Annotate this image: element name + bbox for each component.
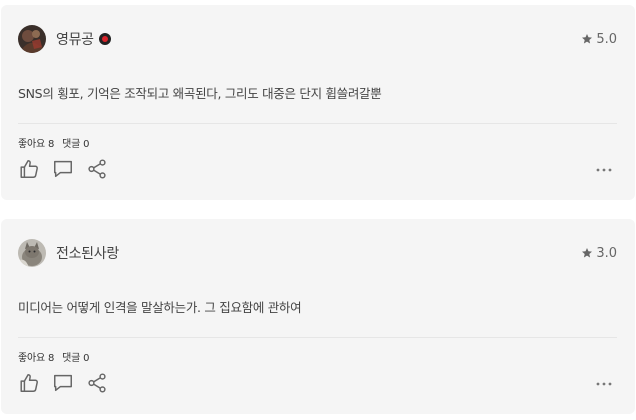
likes-count: 8 (47, 139, 55, 150)
comments-count: 0 (83, 353, 90, 364)
review-actions (18, 158, 108, 180)
share-icon (88, 373, 106, 393)
likes-count: 8 (47, 353, 55, 364)
review-header: 영뮤공 5.0 (18, 24, 617, 54)
share-icon (88, 159, 106, 179)
avatar-cat-photo-icon (18, 239, 46, 267)
review-author-name[interactable]: 영뮤공 (56, 29, 94, 49)
comment-button[interactable] (52, 158, 74, 180)
star-icon (582, 248, 593, 258)
badge-dot (101, 36, 108, 42)
review-card: 전소된사랑 3.0 미디어는 어떻게 인격을 말살하는가. 그 집요함에 관하여… (1, 219, 635, 414)
comments-label: 댓글 (62, 353, 81, 364)
review-author-name[interactable]: 전소된사랑 (56, 243, 119, 263)
likes-label: 좋아요 (18, 139, 45, 150)
comments-stat: 댓글 0 (62, 135, 89, 150)
rating-value: 3.0 (596, 245, 617, 261)
review-header: 전소된사랑 3.0 (18, 238, 617, 268)
divider (18, 123, 617, 124)
thumbs-up-icon (20, 374, 38, 392)
comments-label: 댓글 (62, 139, 81, 150)
share-button[interactable] (86, 158, 108, 180)
comment-icon (54, 374, 72, 392)
comments-stat: 댓글 0 (62, 349, 89, 364)
rating-value: 5.0 (596, 31, 617, 47)
review-text[interactable]: 미디어는 어떻게 인격을 말살하는가. 그 집요함에 관하여 (18, 297, 617, 316)
like-button[interactable] (18, 158, 40, 180)
likes-stat: 좋아요 8 (18, 349, 54, 364)
avatar[interactable] (18, 239, 46, 267)
share-button[interactable] (86, 372, 108, 394)
avatar[interactable] (18, 25, 46, 53)
review-stats: 좋아요 8 댓글 0 (18, 349, 90, 364)
like-button[interactable] (18, 372, 40, 394)
thumbs-up-icon (20, 160, 38, 178)
divider (18, 337, 617, 338)
likes-label: 좋아요 (18, 353, 45, 364)
likes-stat: 좋아요 8 (18, 135, 54, 150)
review-text[interactable]: SNS의 횡포, 기억은 조작되고 왜곡된다, 그리도 대중은 단지 휩쓸려갈뿐 (18, 83, 617, 102)
review-card: 영뮤공 5.0 SNS의 횡포, 기억은 조작되고 왜곡된다, 그리도 대중은 … (1, 5, 635, 200)
more-options-button[interactable] (595, 377, 613, 391)
more-dots-icon (596, 382, 612, 386)
more-options-button[interactable] (595, 163, 613, 177)
review-rating: 5.0 (581, 32, 617, 47)
comment-button[interactable] (52, 372, 74, 394)
review-actions (18, 372, 108, 394)
review-stats: 좋아요 8 댓글 0 (18, 135, 90, 150)
more-dots-icon (596, 168, 612, 172)
author-badge-icon (98, 33, 111, 45)
avatar-dark-painting-icon (18, 25, 46, 53)
comment-icon (54, 160, 72, 178)
review-feed: 영뮤공 5.0 SNS의 횡포, 기억은 조작되고 왜곡된다, 그리도 대중은 … (0, 0, 636, 420)
review-rating: 3.0 (581, 246, 617, 261)
star-icon (582, 34, 593, 44)
comments-count: 0 (83, 139, 90, 150)
